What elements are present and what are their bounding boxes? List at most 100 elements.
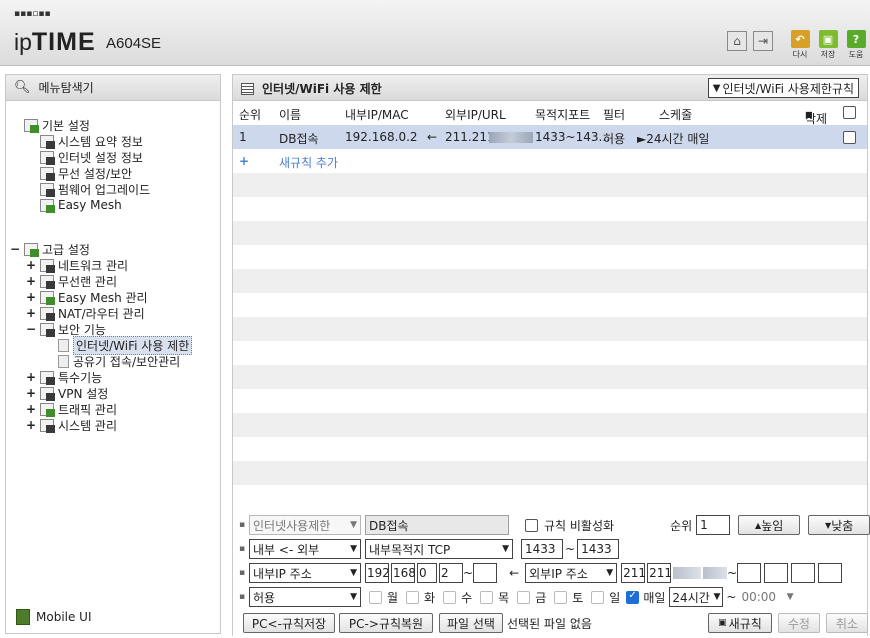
day-label-sun: 일 <box>609 590 621 605</box>
move-up-button[interactable]: ▲ 높임 <box>738 515 801 535</box>
tree-advanced-settings[interactable]: − 고급 설정 <box>10 241 90 257</box>
col-internal: 내부IP/MAC <box>345 108 409 122</box>
help-label: 도움 <box>848 50 864 59</box>
expand-icon[interactable]: + <box>26 306 36 320</box>
row-delete-checkbox[interactable] <box>843 131 856 144</box>
tree-item-system-summary[interactable]: 시스템 요약 정보 <box>40 133 143 149</box>
ext-ip-end-octet-4[interactable] <box>818 563 843 583</box>
port-type-select[interactable]: 내부목적지 TCP ▼ <box>365 539 513 559</box>
expand-icon[interactable]: + <box>26 402 36 416</box>
model-name: A604SE <box>106 35 162 52</box>
empty-row <box>233 437 867 461</box>
tree-item-system[interactable]: + 시스템 관리 <box>26 417 117 433</box>
tree-item-router-access[interactable]: 공유기 접속/보안관리 <box>58 353 180 369</box>
cell-external: 211.211 <box>445 130 495 144</box>
tree-basic-settings[interactable]: 기본 설정 <box>24 117 90 133</box>
bullet-icon: ▪ <box>239 592 246 602</box>
ip-range-end-input[interactable] <box>473 563 498 583</box>
day-checkbox-mon[interactable] <box>369 590 382 604</box>
order-input[interactable]: 1 <box>696 515 731 535</box>
tree-advanced-label: 고급 설정 <box>42 242 90 257</box>
hours-value: 24시간 <box>672 590 710 605</box>
save-icon: ▣ <box>818 30 838 48</box>
tree-item-easymesh-mgmt[interactable]: + Easy Mesh 관리 <box>26 289 148 305</box>
day-checkbox-tue[interactable] <box>406 590 420 604</box>
limit-type-select[interactable]: 인터넷사용제한 ▼ <box>249 515 361 535</box>
tree-item-network[interactable]: + 네트워크 관리 <box>26 257 128 273</box>
collapse-icon[interactable]: − <box>10 242 20 256</box>
filter-select[interactable]: 허용 ▼ <box>249 587 361 607</box>
tree-item-internet-wifi-limit[interactable]: 인터넷/WiFi 사용 제한 <box>58 335 193 355</box>
expand-icon[interactable]: + <box>26 274 36 288</box>
everyday-checkbox[interactable] <box>626 590 640 604</box>
new-rule-button[interactable]: ▣ 새규칙 <box>707 613 772 633</box>
add-rule-link[interactable]: 새규칙 추가 <box>279 154 338 171</box>
select-all-checkbox[interactable] <box>843 106 856 119</box>
tree-item-easymesh[interactable]: Easy Mesh <box>40 197 122 213</box>
table-row[interactable]: 1 DB접속 192.168.0.2 ← 211.211 1433~143...… <box>233 125 867 149</box>
ip-octet-3[interactable]: 0 <box>417 563 437 583</box>
time-select[interactable]: 00:00 ▼ <box>738 587 796 607</box>
range-separator: ~ <box>463 566 474 580</box>
day-checkbox-wed[interactable] <box>443 590 457 604</box>
tree-item-internet-info[interactable]: 인터넷 설정 정보 <box>40 149 143 165</box>
port-to-input[interactable]: 1433 <box>577 539 620 559</box>
save-button[interactable]: ▣ 저장 <box>818 30 838 60</box>
hours-select[interactable]: 24시간 ▼ <box>669 587 724 607</box>
undo-button[interactable]: ↶ 다시 <box>790 30 810 60</box>
tree-item-traffic[interactable]: + 트래픽 관리 <box>26 401 117 417</box>
tree-item-label: 시스템 관리 <box>58 418 118 433</box>
ext-ip-end-octet-1[interactable] <box>737 563 762 583</box>
external-address-select[interactable]: 외부IP 주소 ▼ <box>525 563 618 583</box>
disable-rule-label: 규칙 비활성화 <box>544 518 615 533</box>
day-checkbox-sun[interactable] <box>591 590 605 604</box>
disable-rule-checkbox[interactable] <box>525 518 538 532</box>
port-from-input[interactable]: 1433 <box>521 539 563 559</box>
cancel-button[interactable]: 취소 <box>825 613 868 633</box>
help-button[interactable]: ? 도움 <box>846 30 866 60</box>
tree-item-label: VPN 설정 <box>58 386 109 401</box>
modify-button[interactable]: 수정 <box>777 613 820 633</box>
day-checkbox-sat[interactable] <box>554 590 568 604</box>
ip-octet-4[interactable]: 2 <box>439 563 463 583</box>
tree-item-vpn[interactable]: + VPN 설정 <box>26 385 108 401</box>
range-separator: ~ <box>565 542 576 556</box>
expand-icon[interactable]: + <box>26 290 36 304</box>
tree-item-label: Easy Mesh <box>58 198 122 212</box>
tree-item-firmware[interactable]: 펌웨어 업그레이드 <box>40 181 150 197</box>
expand-icon[interactable]: + <box>26 418 36 432</box>
add-rule-row[interactable]: + 새규칙 추가 <box>233 149 867 173</box>
empty-row <box>233 341 867 365</box>
rule-name-input[interactable]: DB접속 <box>365 515 509 535</box>
restore-from-pc-button[interactable]: PC->규칙복원 <box>339 613 433 633</box>
direction-select[interactable]: 내부 <- 외부 ▼ <box>249 539 361 559</box>
expand-icon[interactable]: + <box>26 386 36 400</box>
collapse-icon[interactable]: − <box>26 322 36 336</box>
mobile-ui-label: Mobile UI <box>36 610 92 624</box>
ext-ip-octet-2[interactable]: 211 <box>647 563 672 583</box>
expand-icon[interactable]: + <box>26 370 36 384</box>
ext-ip-octet-1[interactable]: 211 <box>621 563 646 583</box>
ext-ip-end-octet-3[interactable] <box>791 563 816 583</box>
logout-icon[interactable]: ⇥ <box>753 31 773 51</box>
expand-icon[interactable]: + <box>26 258 36 272</box>
tree-item-nat-router[interactable]: + NAT/라우터 관리 <box>26 305 145 321</box>
tree-item-wireless-security[interactable]: 무선 설정/보안 <box>40 165 132 181</box>
cell-internal: 192.168.0.2 <box>345 130 418 144</box>
day-checkbox-thu[interactable] <box>480 590 494 604</box>
ext-ip-end-octet-2[interactable] <box>764 563 789 583</box>
move-down-button[interactable]: ▼ 낮춤 <box>808 515 870 535</box>
internal-address-select[interactable]: 내부IP 주소 ▼ <box>249 563 361 583</box>
tree-item-special[interactable]: + 특수기능 <box>26 369 102 385</box>
rule-type-select[interactable]: ▼ 인터넷/WiFi 사용제한규칙 <box>707 78 859 98</box>
home-icon[interactable]: ⌂ <box>727 31 747 51</box>
ip-octet-1[interactable]: 192 <box>365 563 390 583</box>
tree-item-label: 시스템 요약 정보 <box>58 134 143 149</box>
mobile-ui-link[interactable]: Mobile UI <box>16 609 92 625</box>
ip-octet-2[interactable]: 168 <box>391 563 416 583</box>
save-to-pc-button[interactable]: PC<-규칙저장 <box>243 613 335 633</box>
tree-item-wireless[interactable]: + 무선랜 관리 <box>26 273 117 289</box>
left-arrow-icon: ← <box>509 566 520 580</box>
day-checkbox-fri[interactable] <box>517 590 531 604</box>
file-select-button[interactable]: 파일 선택 <box>439 613 503 633</box>
